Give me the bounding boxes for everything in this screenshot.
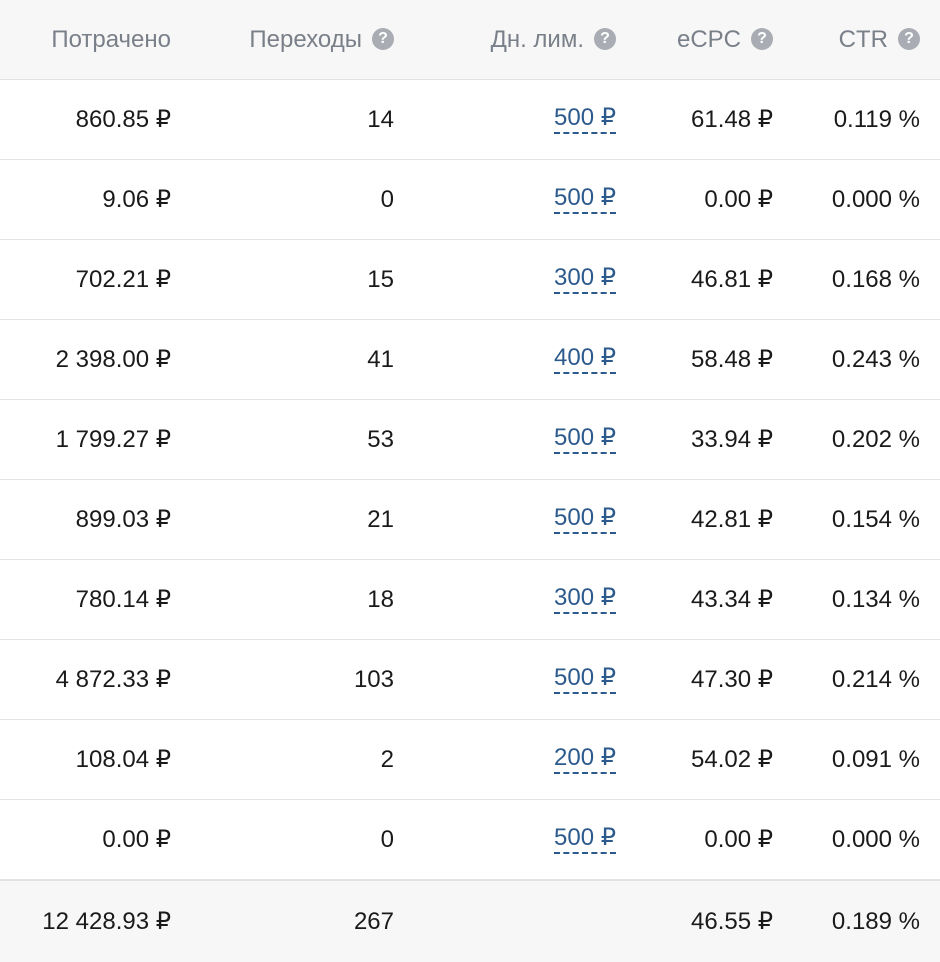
total-spent: 12 428.93 ₽: [42, 908, 171, 935]
help-icon[interactable]: ?: [594, 28, 616, 50]
header-clicks-label: Переходы: [249, 26, 362, 53]
ecpc-cell: 0.00 ₽: [704, 826, 773, 853]
table-row: 780.14 ₽ 18 300 ₽ 43.34 ₽ 0.134 %: [0, 560, 940, 640]
spent-cell: 702.21 ₽: [75, 266, 171, 293]
daily-limit-cell: 500 ₽: [554, 80, 616, 159]
daily-limit-link[interactable]: 200 ₽: [554, 745, 616, 774]
daily-limit-link[interactable]: 300 ₽: [554, 265, 616, 294]
daily-limit-link[interactable]: 300 ₽: [554, 585, 616, 614]
ctr-cell: 0.000 %: [831, 825, 920, 853]
clicks-cell: 2: [380, 745, 394, 773]
clicks-cell: 53: [367, 425, 394, 453]
clicks-cell: 41: [367, 345, 394, 373]
help-icon[interactable]: ?: [372, 28, 394, 50]
ctr-cell: 0.119 %: [833, 105, 920, 133]
table-row: 0.00 ₽ 0 500 ₽ 0.00 ₽ 0.000 %: [0, 800, 940, 880]
table-row: 899.03 ₽ 21 500 ₽ 42.81 ₽ 0.154 %: [0, 480, 940, 560]
ctr-cell: 0.134 %: [831, 585, 920, 613]
spent-cell: 899.03 ₽: [75, 506, 171, 533]
ctr-cell: 0.243 %: [831, 345, 920, 373]
spent-cell: 4 872.33 ₽: [55, 666, 171, 693]
header-ecpc-label: eCPC: [676, 26, 741, 53]
daily-limit-cell: 400 ₽: [554, 320, 616, 399]
ecpc-cell: 0.00 ₽: [704, 186, 773, 213]
daily-limit-cell: 300 ₽: [554, 240, 616, 319]
table-header: Потрачено Переходы ? Дн. лим. ? eCPC ? C…: [0, 0, 940, 80]
clicks-cell: 14: [367, 105, 394, 133]
clicks-cell: 18: [367, 585, 394, 613]
header-ecpc[interactable]: eCPC ?: [677, 0, 773, 79]
ctr-cell: 0.214 %: [831, 665, 920, 693]
clicks-cell: 0: [380, 185, 394, 213]
table-row: 9.06 ₽ 0 500 ₽ 0.00 ₽ 0.000 %: [0, 160, 940, 240]
spent-cell: 860.85 ₽: [75, 106, 171, 133]
ecpc-cell: 42.81 ₽: [691, 506, 773, 533]
table-row: 1 799.27 ₽ 53 500 ₽ 33.94 ₽ 0.202 %: [0, 400, 940, 480]
total-clicks: 267: [353, 907, 394, 935]
help-icon[interactable]: ?: [898, 28, 920, 50]
ecpc-cell: 61.48 ₽: [691, 106, 773, 133]
ctr-cell: 0.000 %: [831, 185, 920, 213]
daily-limit-link[interactable]: 500 ₽: [554, 505, 616, 534]
ecpc-cell: 58.48 ₽: [691, 346, 773, 373]
header-ctr[interactable]: CTR ?: [839, 0, 920, 79]
daily-limit-cell: 500 ₽: [554, 400, 616, 479]
header-spent[interactable]: Потрачено: [51, 0, 171, 79]
header-ctr-label: CTR: [838, 26, 888, 53]
clicks-cell: 0: [380, 825, 394, 853]
ctr-cell: 0.202 %: [831, 425, 920, 453]
header-spent-label: Потрачено: [51, 26, 171, 53]
daily-limit-cell: 500 ₽: [554, 480, 616, 559]
totals-row: 12 428.93 ₽ 267 46.55 ₽ 0.189 %: [0, 880, 940, 962]
clicks-cell: 103: [353, 665, 394, 693]
clicks-cell: 21: [367, 505, 394, 533]
daily-limit-link[interactable]: 500 ₽: [554, 825, 616, 854]
daily-limit-link[interactable]: 500 ₽: [554, 105, 616, 134]
table-row: 4 872.33 ₽ 103 500 ₽ 47.30 ₽ 0.214 %: [0, 640, 940, 720]
daily-limit-cell: 500 ₽: [554, 160, 616, 239]
ecpc-cell: 47.30 ₽: [691, 666, 773, 693]
spent-cell: 9.06 ₽: [102, 186, 171, 213]
daily-limit-link[interactable]: 400 ₽: [554, 345, 616, 374]
total-ctr: 0.189 %: [831, 907, 920, 935]
stats-table: Потрачено Переходы ? Дн. лим. ? eCPC ? C…: [0, 0, 940, 962]
spent-cell: 780.14 ₽: [75, 586, 171, 613]
daily-limit-cell: 300 ₽: [554, 560, 616, 639]
daily-limit-cell: 500 ₽: [554, 640, 616, 719]
spent-cell: 108.04 ₽: [75, 746, 171, 773]
header-daily-limit[interactable]: Дн. лим. ?: [491, 0, 616, 79]
daily-limit-cell: 500 ₽: [554, 800, 616, 879]
ctr-cell: 0.168 %: [831, 265, 920, 293]
ecpc-cell: 46.81 ₽: [691, 266, 773, 293]
clicks-cell: 15: [367, 265, 394, 293]
total-ecpc: 46.55 ₽: [691, 908, 773, 935]
ecpc-cell: 54.02 ₽: [691, 746, 773, 773]
header-clicks[interactable]: Переходы ?: [249, 0, 394, 79]
spent-cell: 2 398.00 ₽: [55, 346, 171, 373]
daily-limit-link[interactable]: 500 ₽: [554, 665, 616, 694]
daily-limit-cell: 200 ₽: [554, 720, 616, 799]
spent-cell: 0.00 ₽: [102, 826, 171, 853]
table-row: 108.04 ₽ 2 200 ₽ 54.02 ₽ 0.091 %: [0, 720, 940, 800]
spent-cell: 1 799.27 ₽: [55, 426, 171, 453]
ctr-cell: 0.091 %: [831, 745, 920, 773]
ecpc-cell: 33.94 ₽: [691, 426, 773, 453]
header-daily-limit-label: Дн. лим.: [490, 26, 584, 53]
ecpc-cell: 43.34 ₽: [691, 586, 773, 613]
daily-limit-link[interactable]: 500 ₽: [554, 185, 616, 214]
table-row: 2 398.00 ₽ 41 400 ₽ 58.48 ₽ 0.243 %: [0, 320, 940, 400]
help-icon[interactable]: ?: [751, 28, 773, 50]
table-row: 702.21 ₽ 15 300 ₽ 46.81 ₽ 0.168 %: [0, 240, 940, 320]
ctr-cell: 0.154 %: [831, 505, 920, 533]
table-row: 860.85 ₽ 14 500 ₽ 61.48 ₽ 0.119 %: [0, 80, 940, 160]
daily-limit-link[interactable]: 500 ₽: [554, 425, 616, 454]
